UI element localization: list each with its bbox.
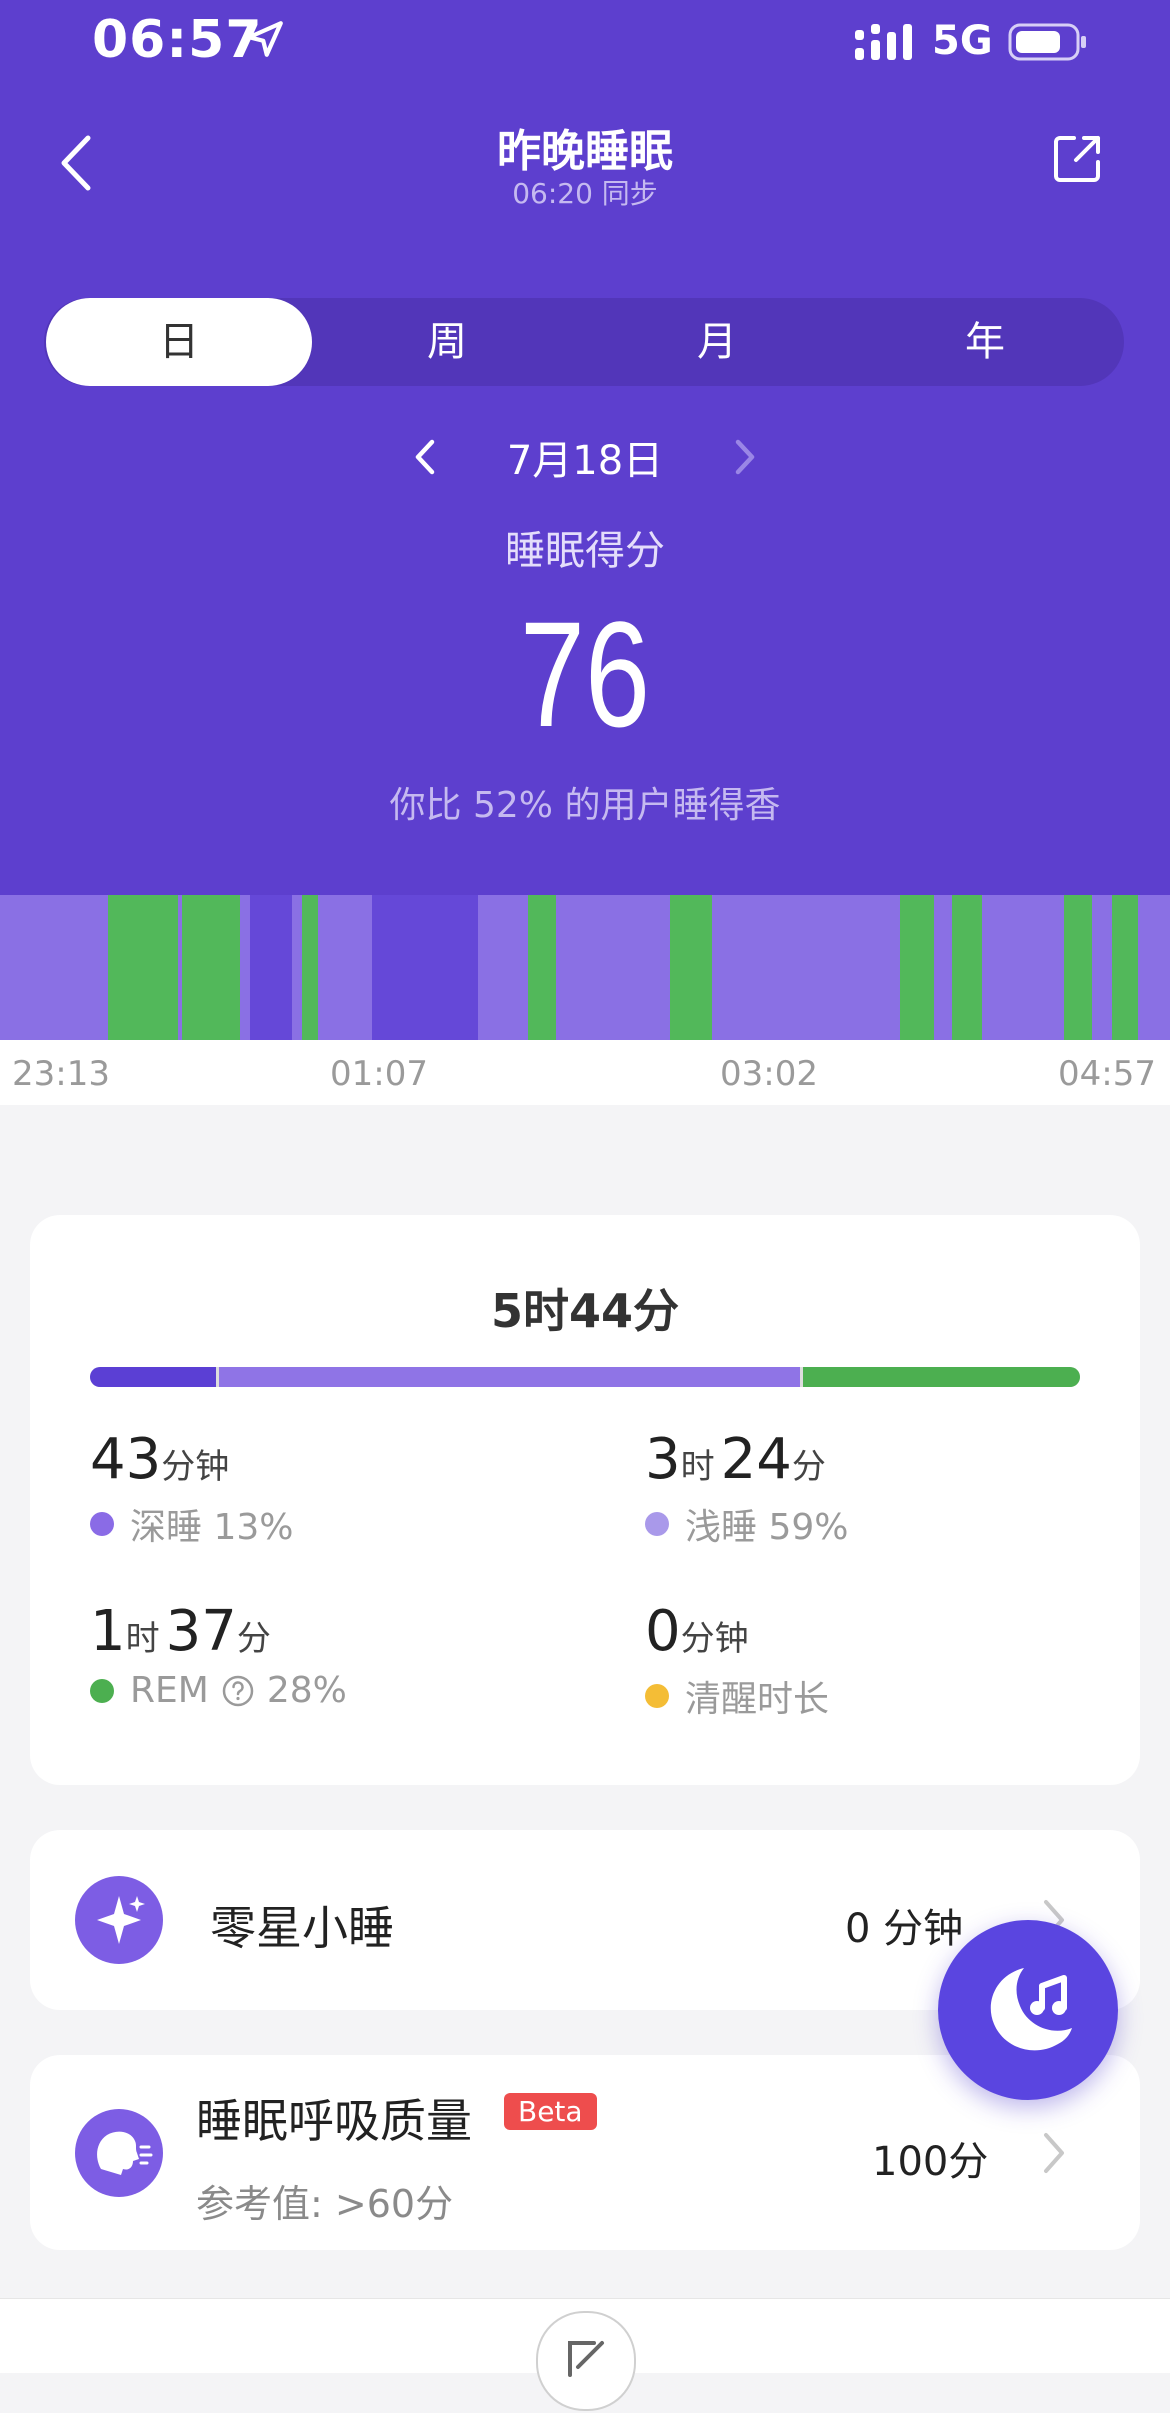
deep-dot xyxy=(90,1512,114,1536)
ratio-rem xyxy=(802,1367,1080,1387)
stat-deep-sleep[interactable]: 43分钟 深睡 13% xyxy=(90,1427,293,1550)
stage-rem xyxy=(528,895,556,1040)
timeline-label-start: 23:13 xyxy=(12,1054,110,1094)
tab-week[interactable]: 周 xyxy=(314,298,580,386)
sparkle-icon xyxy=(75,1876,163,1964)
stage-rem xyxy=(302,895,318,1040)
stat-rem-sleep[interactable]: 1时 37分 REM 28% xyxy=(90,1599,347,1711)
face-breath-icon xyxy=(75,2109,163,2197)
total-sleep-duration: 5时44分 xyxy=(490,1284,680,1338)
next-date-button[interactable] xyxy=(728,434,762,480)
light-hours-unit: 时 xyxy=(680,1447,715,1487)
rem-label: REM xyxy=(130,1670,209,1711)
timeline-axis: 23:13 01:07 03:02 04:57 xyxy=(0,1040,1170,1105)
tab-day[interactable]: 日 xyxy=(46,298,312,386)
score-comparison: 你比 52% 的用户睡得香 xyxy=(389,785,781,826)
nap-title: 零星小睡 xyxy=(210,1901,394,1955)
stage-rem xyxy=(182,895,240,1040)
breathing-value: 100分 xyxy=(872,2139,989,2185)
stage-rem xyxy=(108,895,178,1040)
bottom-toolbar xyxy=(0,2298,1170,2411)
rem-dot xyxy=(90,1678,114,1703)
status-bar: 06:57 5G xyxy=(0,0,1170,90)
page-title: 昨晚睡眠 xyxy=(497,126,673,177)
deep-minutes-unit: 分钟 xyxy=(161,1447,230,1487)
period-tabs: 日 周 月 年 xyxy=(44,298,1124,386)
current-date: 7月18日 xyxy=(506,438,664,484)
rem-percent: 28% xyxy=(266,1670,347,1711)
stage-rem xyxy=(1064,895,1092,1040)
stage-rem xyxy=(900,895,934,1040)
network-type: 5G xyxy=(932,18,993,64)
share-button[interactable] xyxy=(1052,132,1104,184)
deep-label: 深睡 13% xyxy=(130,1507,294,1548)
tab-month[interactable]: 月 xyxy=(584,298,850,386)
stage-rem xyxy=(952,895,982,1040)
light-minutes-unit: 分 xyxy=(791,1447,826,1487)
sync-time: 06:20 同步 xyxy=(512,177,658,210)
question-circle-icon[interactable] xyxy=(221,1674,255,1708)
light-dot xyxy=(645,1512,669,1536)
status-time: 06:57 xyxy=(92,10,263,70)
light-minutes-value: 24 xyxy=(720,1427,792,1492)
awake-label: 清醒时长 xyxy=(685,1679,830,1720)
deep-minutes-value: 43 xyxy=(90,1427,162,1492)
moon-music-icon xyxy=(990,1968,1072,2051)
sleep-stage-timeline[interactable] xyxy=(0,895,1170,1040)
breathing-reference: 参考值: >60分 xyxy=(196,2182,454,2226)
awake-dot xyxy=(645,1684,669,1708)
location-arrow-icon xyxy=(247,21,283,57)
chevron-right-icon xyxy=(1044,2133,1064,2173)
stage-deep xyxy=(250,895,292,1040)
stage-rem xyxy=(1112,895,1138,1040)
timeline-label: 01:07 xyxy=(330,1054,428,1094)
sleep-header: 06:57 5G 昨晚睡眠 06:20 同步 日 周 月 年 7月18日 睡眠得… xyxy=(0,0,1170,895)
ratio-deep xyxy=(90,1367,216,1387)
stage-deep xyxy=(372,895,478,1040)
stat-light-sleep[interactable]: 3时 24分 浅睡 59% xyxy=(645,1427,848,1550)
rem-minutes-unit: 分 xyxy=(236,1619,271,1659)
sleep-ratio-bar xyxy=(90,1367,1080,1387)
ratio-light xyxy=(218,1367,800,1387)
stat-awake[interactable]: 0分钟 清醒时长 xyxy=(645,1599,829,1722)
rem-minutes-value: 37 xyxy=(165,1599,237,1664)
edit-icon xyxy=(568,2341,604,2377)
timeline-label-end: 04:57 xyxy=(1058,1054,1156,1094)
score-value: 76 xyxy=(519,590,651,758)
beta-badge: Beta xyxy=(504,2093,597,2130)
battery-icon xyxy=(1008,23,1086,61)
awake-minutes-value: 0 xyxy=(645,1599,681,1664)
score-label: 睡眠得分 xyxy=(505,528,665,574)
edit-button[interactable] xyxy=(536,2311,636,2411)
breathing-title: 睡眠呼吸质量 xyxy=(196,2094,472,2148)
timeline-label: 03:02 xyxy=(720,1054,818,1094)
rem-hours-value: 1 xyxy=(90,1599,126,1664)
signal-icon xyxy=(855,24,912,60)
light-label: 浅睡 59% xyxy=(685,1507,849,1548)
light-hours-value: 3 xyxy=(645,1427,681,1492)
stage-rem xyxy=(670,895,712,1040)
tab-year[interactable]: 年 xyxy=(852,298,1118,386)
sleep-music-button[interactable] xyxy=(938,1920,1118,2100)
awake-minutes-unit: 分钟 xyxy=(680,1619,749,1659)
rem-hours-unit: 时 xyxy=(125,1619,160,1659)
sleep-summary-card: 5时44分 43分钟 深睡 13% 3时 24分 浅睡 59% 1时 37分 REM… xyxy=(30,1215,1140,1785)
